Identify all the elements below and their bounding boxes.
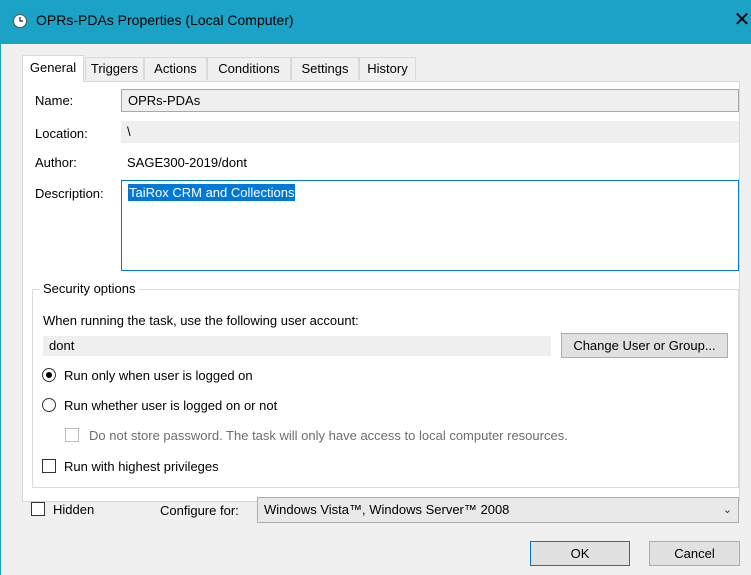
configure-for-select[interactable]: Windows Vista™, Windows Server™ 2008 ⌄ <box>257 497 739 523</box>
location-label: Location: <box>35 126 88 141</box>
no-store-password-checkbox[interactable] <box>65 428 79 442</box>
radio-run-whether[interactable] <box>42 398 56 412</box>
account-prompt: When running the task, use the following… <box>43 313 359 328</box>
name-field[interactable]: OPRs-PDAs <box>121 89 739 112</box>
chevron-down-icon: ⌄ <box>722 504 732 516</box>
window-title: OPRs-PDAs Properties (Local Computer) <box>36 12 294 28</box>
hidden-label[interactable]: Hidden <box>53 502 94 517</box>
user-account-field: dont <box>43 336 551 356</box>
security-options-title: Security options <box>40 281 139 296</box>
hidden-checkbox[interactable] <box>31 502 45 516</box>
no-store-password-label: Do not store password. The task will onl… <box>89 428 568 443</box>
tab-general[interactable]: General <box>22 55 84 82</box>
clock-icon <box>13 14 27 28</box>
window-border <box>0 44 1 575</box>
description-selected-text: TaiRox CRM and Collections <box>128 184 296 201</box>
configure-for-label: Configure for: <box>160 503 239 518</box>
tab-conditions[interactable]: Conditions <box>207 57 291 80</box>
description-label: Description: <box>35 186 104 201</box>
radio-run-logged-on[interactable] <box>42 368 56 382</box>
radio-run-whether-label[interactable]: Run whether user is logged on or not <box>64 398 277 413</box>
tab-actions[interactable]: Actions <box>144 57 207 80</box>
tab-triggers[interactable]: Triggers <box>85 57 144 80</box>
highest-privileges-checkbox[interactable] <box>42 459 56 473</box>
radio-run-logged-on-label[interactable]: Run only when user is logged on <box>64 368 253 383</box>
radio-selected-dot <box>46 372 52 378</box>
location-field: \ <box>121 121 739 143</box>
name-label: Name: <box>35 93 74 108</box>
change-user-button[interactable]: Change User or Group... <box>561 333 728 358</box>
tab-settings[interactable]: Settings <box>291 57 359 80</box>
description-field[interactable]: TaiRox CRM and Collections <box>121 180 739 271</box>
cancel-button[interactable]: Cancel <box>649 541 740 566</box>
author-label: Author: <box>35 155 77 170</box>
highest-privileges-label[interactable]: Run with highest privileges <box>64 459 219 474</box>
author-value: SAGE300-2019/dont <box>127 155 247 170</box>
tab-history[interactable]: History <box>359 57 416 80</box>
close-icon[interactable]: ✕ <box>733 8 751 32</box>
configure-for-value: Windows Vista™, Windows Server™ 2008 <box>264 502 510 517</box>
ok-button[interactable]: OK <box>530 541 630 566</box>
